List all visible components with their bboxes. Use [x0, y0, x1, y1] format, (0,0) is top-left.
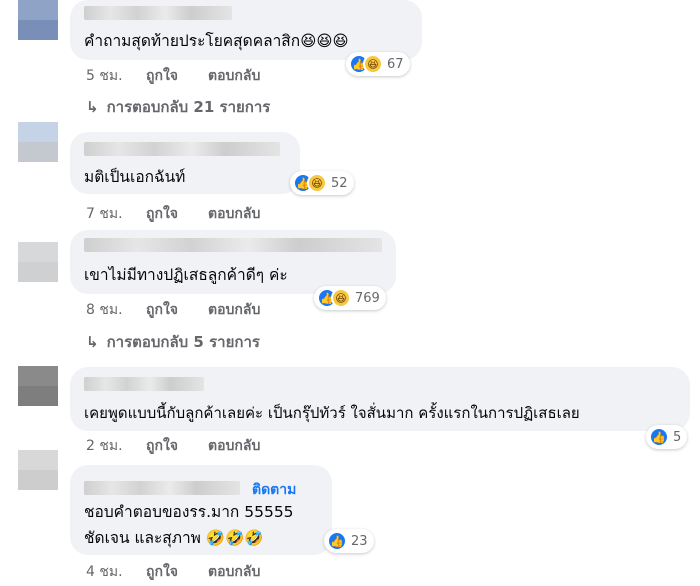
reaction-summary[interactable]: 👍 😆 769 [314, 286, 386, 310]
comment-actions: 4 ชม. ถูกใจ ตอบกลับ [86, 562, 260, 582]
reaction-summary[interactable]: 👍 5 [646, 425, 688, 449]
haha-icon: 😆 [331, 288, 351, 308]
reply-link[interactable]: ตอบกลับ [208, 65, 260, 87]
view-replies-link[interactable]: ↳ การตอบกลับ 5 รายการ [86, 331, 260, 353]
reply-link[interactable]: ตอบกลับ [208, 435, 260, 457]
comment-actions: 5 ชม. ถูกใจ ตอบกลับ [86, 66, 260, 86]
view-replies-link[interactable]: ↳ การตอบกลับ 21 รายการ [86, 96, 270, 118]
comment-actions: 7 ชม. ถูกใจ ตอบกลับ [86, 204, 260, 224]
reaction-summary[interactable]: 👍 😆 67 [346, 52, 410, 76]
reaction-count: 5 [673, 429, 682, 445]
reaction-count: 23 [351, 533, 368, 549]
reply-link[interactable]: ตอบกลับ [208, 203, 260, 225]
reply-arrow-icon: ↳ [86, 333, 99, 351]
comment-time[interactable]: 5 ชม. [86, 65, 146, 87]
comment-time[interactable]: 7 ชม. [86, 203, 146, 225]
reaction-summary[interactable]: 👍 23 [324, 529, 374, 553]
comment-time[interactable]: 4 ชม. [86, 561, 146, 583]
avatar[interactable] [18, 366, 58, 406]
commenter-name-blurred[interactable] [84, 481, 240, 495]
comment-bubble: เขาไม่มีทางปฏิเสธลูกค้าดีๆ ค่ะ [70, 230, 396, 294]
view-replies-label: การตอบกลับ 5 รายการ [106, 333, 260, 351]
comment-text: มติเป็นเอกฉันท์ [84, 168, 186, 186]
reply-link[interactable]: ตอบกลับ [208, 561, 260, 583]
reaction-count: 67 [387, 56, 404, 72]
avatar[interactable] [18, 450, 58, 490]
comment-time[interactable]: 8 ชม. [86, 299, 146, 321]
comment-actions: 8 ชม. ถูกใจ ตอบกลับ [86, 300, 260, 320]
like-link[interactable]: ถูกใจ [146, 65, 208, 87]
like-link[interactable]: ถูกใจ [146, 435, 208, 457]
commenter-name-blurred[interactable] [84, 377, 204, 391]
avatar[interactable] [18, 242, 58, 282]
avatar[interactable] [18, 122, 58, 162]
comment-bubble: เคยพูดแบบนี้กับลูกค้าเลยค่ะ เป็นกรุ๊ปทัว… [70, 367, 690, 431]
reply-arrow-icon: ↳ [86, 98, 99, 116]
reaction-count: 52 [331, 175, 348, 191]
haha-icon: 😆 [363, 54, 383, 74]
comment-bubble: คำถามสุดท้ายประโยคสุดคลาสิก😆😆😆 [70, 0, 422, 60]
commenter-name-blurred[interactable] [84, 6, 232, 20]
commenter-name-blurred[interactable] [84, 142, 280, 156]
like-link[interactable]: ถูกใจ [146, 561, 208, 583]
reaction-count: 769 [355, 290, 380, 306]
comment-text: เคยพูดแบบนี้กับลูกค้าเลยค่ะ เป็นกรุ๊ปทัว… [84, 404, 580, 422]
like-icon: 👍 [649, 427, 669, 447]
comment-actions: 2 ชม. ถูกใจ ตอบกลับ [86, 436, 260, 456]
comment-bubble: ติดตาม ชอบคำตอบของรร.มาก 55555 ชัดเจน แล… [70, 465, 332, 555]
follow-link[interactable]: ติดตาม [252, 479, 296, 501]
commenter-name-blurred[interactable] [84, 238, 382, 252]
haha-icon: 😆 [307, 173, 327, 193]
comment-time[interactable]: 2 ชม. [86, 435, 146, 457]
view-replies-label: การตอบกลับ 21 รายการ [106, 98, 271, 116]
like-link[interactable]: ถูกใจ [146, 299, 208, 321]
comment-text: เขาไม่มีทางปฏิเสธลูกค้าดีๆ ค่ะ [84, 266, 288, 284]
comment-text-line-1: ชอบคำตอบของรร.มาก 55555 [84, 503, 294, 521]
reply-link[interactable]: ตอบกลับ [208, 299, 260, 321]
reaction-summary[interactable]: 👍 😆 52 [290, 171, 354, 195]
comment-text: คำถามสุดท้ายประโยคสุดคลาสิก😆😆😆 [84, 32, 349, 50]
comment-text-line-2: ชัดเจน และสุภาพ 🤣🤣🤣 [84, 529, 264, 547]
like-icon: 👍 [327, 531, 347, 551]
like-link[interactable]: ถูกใจ [146, 203, 208, 225]
comment-bubble: มติเป็นเอกฉันท์ [70, 132, 300, 194]
avatar[interactable] [18, 0, 58, 40]
